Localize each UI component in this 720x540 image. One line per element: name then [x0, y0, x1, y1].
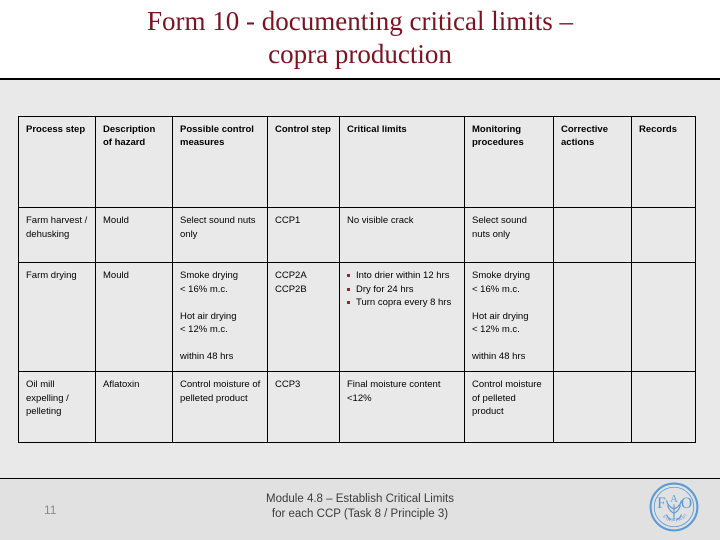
table-row: Farm harvest / dehusking Mould Select so…	[18, 207, 696, 263]
critical-limit-bullet-item: Into drier within 12 hrs	[347, 269, 458, 283]
table-row: Farm drying Mould Smoke drying < 16% m.c…	[18, 262, 696, 372]
column-header-corrective-actions: Corrective actions	[553, 116, 632, 208]
svg-text:F: F	[657, 495, 666, 512]
cell-description-of-hazard: Mould	[95, 207, 173, 263]
svg-text:A: A	[670, 494, 678, 505]
page-title: Form 10 - documenting critical limits – …	[147, 6, 573, 69]
cell-process-step: Farm drying	[18, 262, 96, 372]
cell-monitoring-procedures: Smoke drying < 16% m.c. Hot air drying <…	[464, 262, 554, 372]
slide-footer: 11 Module 4.8 – Establish Critical Limit…	[0, 478, 720, 540]
cell-records	[631, 207, 696, 263]
column-header-records: Records	[631, 116, 696, 208]
cell-monitoring-procedures: Control moisture of pelleted product	[464, 371, 554, 443]
column-header-possible-control-measures: Possible control measures	[172, 116, 268, 208]
cell-process-step: Farm harvest / dehusking	[18, 207, 96, 263]
cell-process-step: Oil mill expelling / pelleting	[18, 371, 96, 443]
column-header-description-of-hazard: Description of hazard	[95, 116, 173, 208]
cell-records	[631, 371, 696, 443]
form-table-container: Process step Description of hazard Possi…	[18, 116, 696, 443]
cell-monitoring-procedures: Select sound nuts only	[464, 207, 554, 263]
cell-corrective-actions	[553, 371, 632, 443]
cell-control-step: CCP3	[267, 371, 340, 443]
critical-limit-bullet-item: Turn copra every 8 hrs	[347, 296, 458, 310]
critical-limits-bullet-list: Into drier within 12 hrs Dry for 24 hrs Tu…	[347, 269, 458, 310]
cell-control-step: CCP2A CCP2B	[267, 262, 340, 372]
cell-possible-control-measures: Smoke drying < 16% m.c. Hot air drying <…	[172, 262, 268, 372]
cell-records	[631, 262, 696, 372]
critical-limit-bullet-item: Dry for 24 hrs	[347, 283, 458, 297]
cell-possible-control-measures: Control moisture of pelleted product	[172, 371, 268, 443]
cell-control-step: CCP1	[267, 207, 340, 263]
critical-limits-table: Process step Description of hazard Possi…	[18, 116, 696, 443]
cell-description-of-hazard: Mould	[95, 262, 173, 372]
cell-critical-limits: Final moisture content <12%	[339, 371, 465, 443]
footer-text: Module 4.8 – Establish Critical Limits f…	[266, 493, 454, 520]
column-header-control-step: Control step	[267, 116, 340, 208]
svg-text:O: O	[681, 495, 692, 512]
title-band: Form 10 - documenting critical limits – …	[0, 0, 720, 80]
cell-description-of-hazard: Aflatoxin	[95, 371, 173, 443]
column-header-critical-limits: Critical limits	[339, 116, 465, 208]
cell-corrective-actions	[553, 262, 632, 372]
column-header-process-step: Process step	[18, 116, 96, 208]
table-header-row: Process step Description of hazard Possi…	[18, 116, 696, 208]
cell-possible-control-measures: Select sound nuts only	[172, 207, 268, 263]
cell-critical-limits: Into drier within 12 hrs Dry for 24 hrs Tu…	[339, 262, 465, 372]
cell-critical-limits: No visible crack	[339, 207, 465, 263]
table-row: Oil mill expelling / pelleting Aflatoxin…	[18, 371, 696, 443]
fao-logo-icon: F O A FIAT PANIS	[648, 481, 699, 532]
column-header-monitoring-procedures: Monitoring procedures	[464, 116, 554, 208]
cell-corrective-actions	[553, 207, 632, 263]
